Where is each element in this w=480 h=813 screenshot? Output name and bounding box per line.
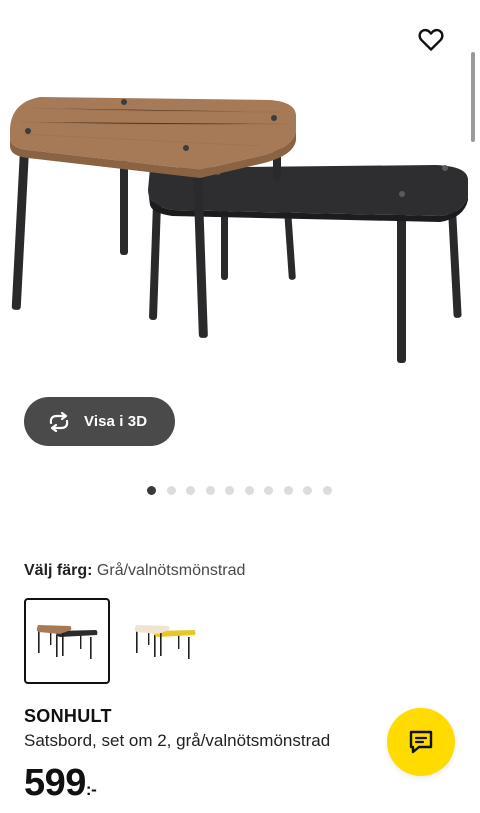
swatch-image-grey-walnut — [36, 625, 98, 659]
color-selector-label: Välj färg: Grå/valnötsmönstrad — [24, 562, 245, 580]
price-value: 599 — [24, 762, 86, 804]
gallery-dot[interactable] — [186, 486, 195, 495]
gallery-dot[interactable] — [147, 486, 156, 495]
gallery-dot[interactable] — [264, 486, 273, 495]
chat-bubble-icon — [409, 730, 433, 754]
price-suffix: :- — [85, 780, 97, 799]
product-image — [10, 97, 468, 363]
rotate-arrows-icon — [46, 411, 72, 432]
color-swatch-grey-walnut[interactable] — [24, 598, 110, 684]
gallery-dot[interactable] — [166, 486, 176, 495]
view-in-3d-button[interactable]: Visa i 3D — [24, 397, 175, 446]
gallery-dot[interactable] — [225, 486, 234, 495]
product-name: SONHULT — [24, 706, 112, 726]
favorite-button[interactable] — [415, 24, 447, 56]
gallery-dot[interactable] — [244, 486, 254, 495]
selected-color-value: Grå/valnötsmönstrad — [96, 562, 246, 579]
product-description: Satsbord, set om 2, grå/valnötsmönstrad — [24, 731, 331, 750]
chat-button[interactable] — [387, 708, 455, 776]
view-in-3d-label: Visa i 3D — [84, 413, 148, 430]
product-gallery[interactable]: Visa i 3D — [0, 0, 480, 530]
heart-outline-icon — [418, 28, 444, 51]
color-swatch-white-yellow[interactable] — [122, 598, 208, 684]
product-price: 599:- — [24, 760, 97, 813]
color-label: Välj färg: — [24, 562, 93, 579]
gallery-dot[interactable] — [322, 486, 332, 495]
swatch-image-white-yellow — [134, 625, 196, 659]
gallery-dot[interactable] — [303, 486, 312, 495]
gallery-pagination — [147, 486, 342, 495]
gallery-dot[interactable] — [205, 486, 215, 495]
gallery-dot[interactable] — [283, 486, 293, 495]
